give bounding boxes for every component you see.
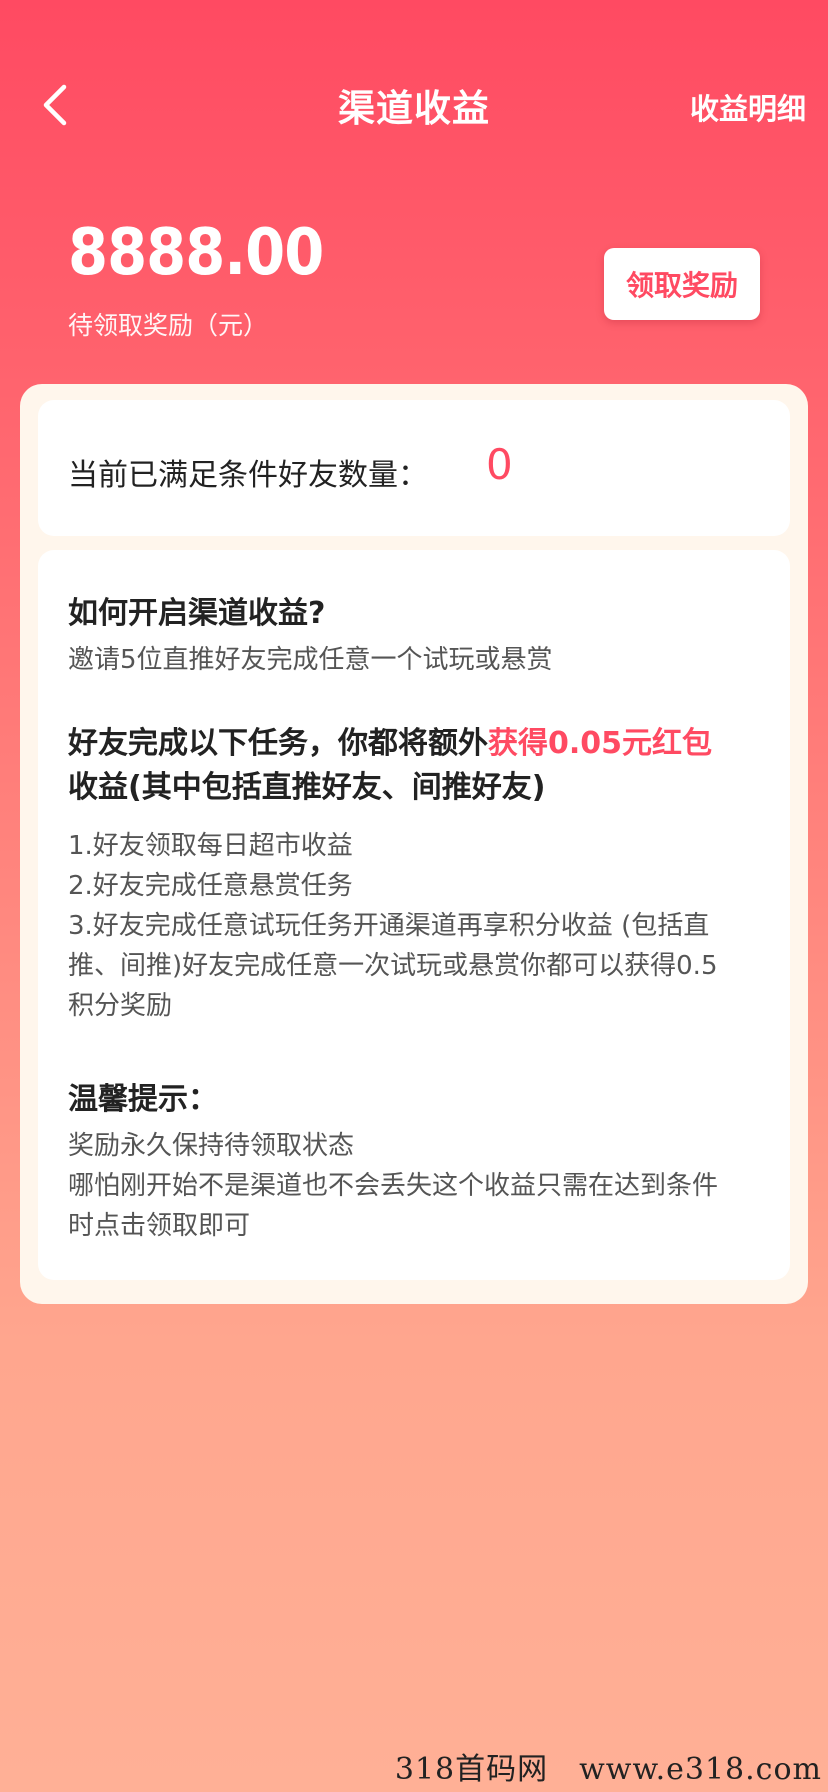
task-title-highlight: 获得0.05元红包 — [488, 726, 713, 761]
list-item: 积分奖励 — [68, 991, 173, 1021]
list-item: 推、间推)好友完成任意一次试玩或悬赏你都可以获得0.5 — [68, 951, 718, 981]
watermark: 318首码网 www.e318.com — [394, 1752, 822, 1787]
how-title: 如何开启渠道收益? — [68, 596, 326, 631]
claim-reward-button[interactable]: 领取奖励 — [604, 248, 760, 320]
how-desc: 邀请5位直推好友完成任意一个试玩或悬赏 — [68, 645, 553, 675]
list-item: 3.好友完成任意试玩任务开通渠道再享积分收益 (包括直 — [68, 911, 710, 941]
qualified-friends-label: 当前已满足条件好友数量： — [68, 458, 428, 493]
list-item: 时点击领取即可 — [68, 1211, 251, 1241]
content-panel: 当前已满足条件好友数量： 0 如何开启渠道收益? 邀请5位直推好友完成任意一个试… — [20, 384, 808, 1304]
friends-count-card: 当前已满足条件好友数量： 0 — [38, 400, 790, 536]
reward-amount-label: 待领取奖励（元） — [68, 311, 269, 340]
list-item: 奖励永久保持待领取状态 — [68, 1131, 355, 1161]
list-item: 1.好友领取每日超市收益 — [68, 831, 353, 861]
list-item: 2.好友完成任意悬赏任务 — [68, 871, 353, 901]
info-card: 如何开启渠道收益? 邀请5位直推好友完成任意一个试玩或悬赏 好友完成以下任务，你… — [38, 550, 790, 1280]
nav-bar: 渠道收益 收益明细 — [0, 70, 828, 140]
qualified-friends-count: 0 — [486, 440, 513, 489]
tip-title: 温馨提示： — [68, 1082, 218, 1117]
task-list: 1.好友领取每日超市收益 2.好友完成任意悬赏任务 3.好友完成任意试玩任务开通… — [68, 826, 718, 1026]
earnings-detail-link[interactable]: 收益明细 — [690, 86, 806, 128]
reward-amount: 8888.00 — [68, 216, 324, 290]
tip-list: 奖励永久保持待领取状态 哪怕刚开始不是渠道也不会丢失这个收益只需在达到条件 时点… — [68, 1126, 718, 1246]
task-title: 好友完成以下任务，你都将额外获得0.05元红包 收益(其中包括直推好友、间推好友… — [68, 726, 713, 805]
list-item: 哪怕刚开始不是渠道也不会丢失这个收益只需在达到条件 — [68, 1171, 719, 1201]
